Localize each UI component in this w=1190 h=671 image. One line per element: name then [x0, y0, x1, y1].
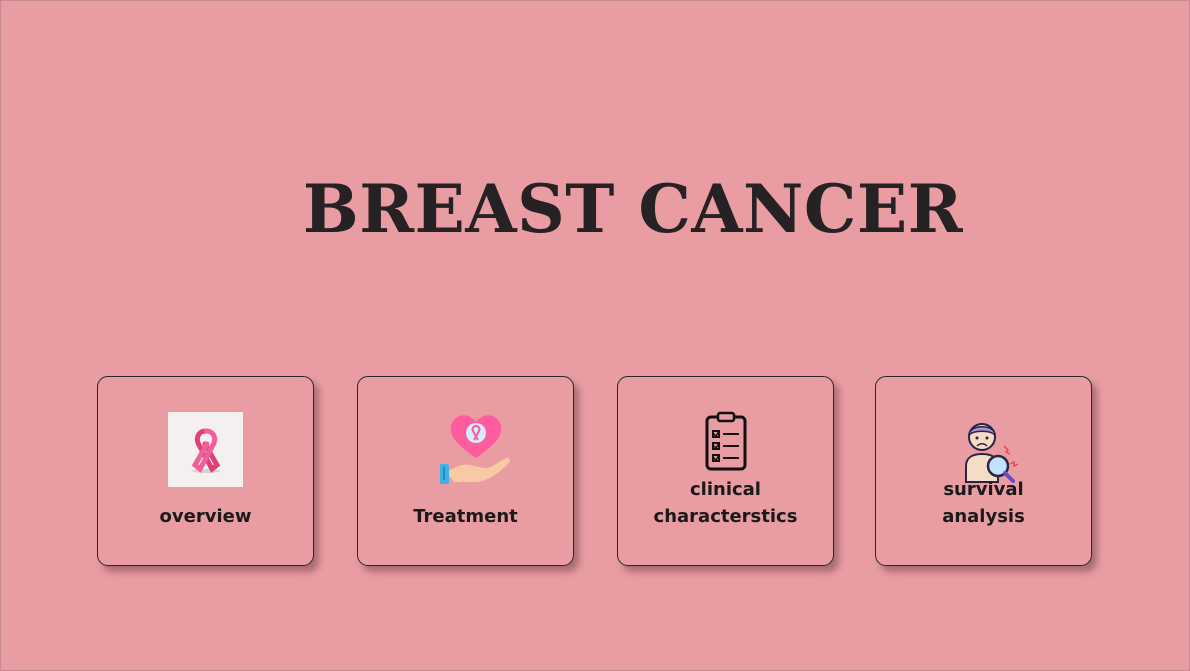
treatment-label: Treatment — [413, 506, 518, 527]
pink-ribbon-icon — [168, 412, 243, 487]
clinical-characteristics-button[interactable]: clinical characterstics — [617, 376, 834, 566]
survival-analysis-button[interactable]: survival analysis — [875, 376, 1092, 566]
report-canvas: BREAST CANCER overview Treatment clinica… — [0, 0, 1190, 671]
clinical-label-line1: clinical — [690, 479, 761, 500]
clinical-label-line2: characterstics — [653, 506, 798, 527]
page-title: BREAST CANCER — [302, 170, 964, 248]
treatment-button[interactable]: Treatment — [357, 376, 574, 566]
overview-button[interactable]: overview — [97, 376, 314, 566]
clipboard-checklist-icon — [704, 411, 748, 471]
heart-hand-icon — [438, 412, 514, 488]
survival-label-line1: survival — [943, 479, 1024, 500]
survival-label-line2: analysis — [942, 506, 1025, 527]
overview-label: overview — [159, 506, 252, 527]
